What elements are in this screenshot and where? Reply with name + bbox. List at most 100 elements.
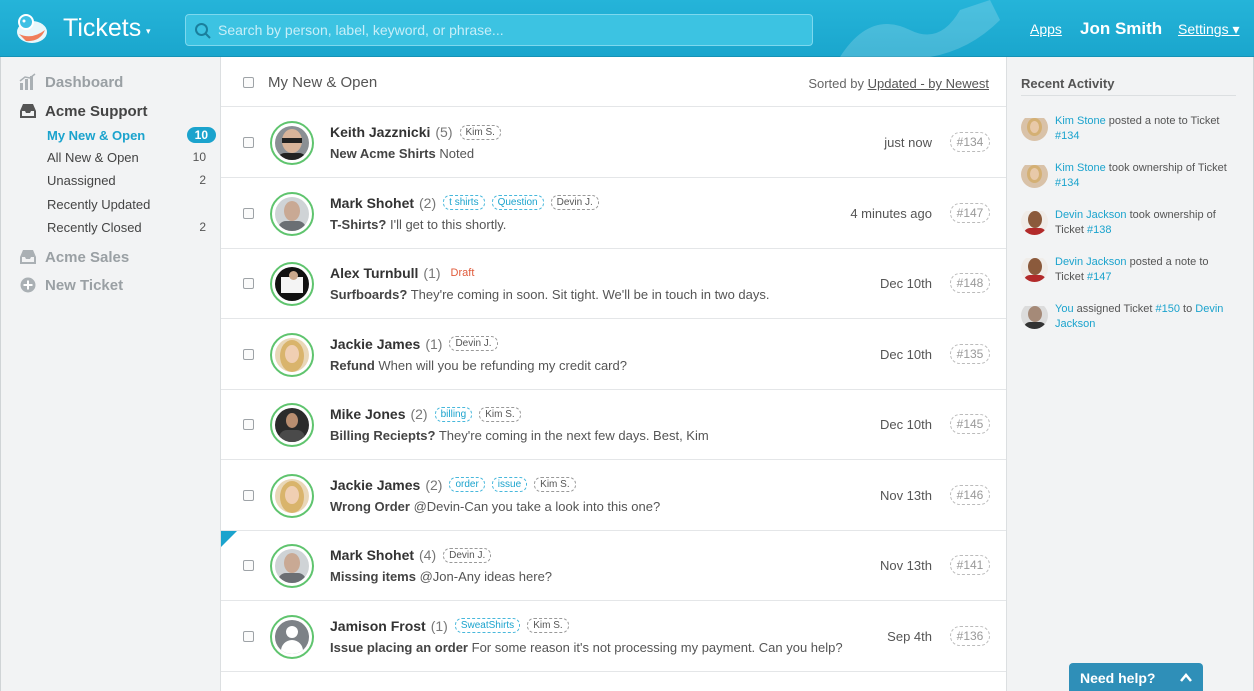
ticket-requester: Jackie James (2) order issue Kim S. <box>330 477 576 493</box>
sidebar-item-all-new-open[interactable]: All New & Open 10 <box>47 147 215 167</box>
requester-name[interactable]: Jackie James <box>330 336 420 352</box>
activity-user-link[interactable]: Devin Jackson <box>1055 256 1127 268</box>
apps-link[interactable]: Apps <box>1030 21 1062 37</box>
app-menu-caret-icon[interactable]: ▾ <box>146 26 151 37</box>
ticket-checkbox[interactable] <box>243 560 254 571</box>
label-tag[interactable]: Question <box>491 195 544 210</box>
ticket-id-badge[interactable]: #134 <box>950 132 990 152</box>
ticket-checkbox[interactable] <box>243 278 254 289</box>
ticket-checkbox[interactable] <box>243 207 254 219</box>
ticket-row[interactable]: Mike Jones (2) billing Kim S. Billing Rec… <box>221 390 1006 460</box>
requester-name[interactable]: Jamison Frost <box>330 618 426 634</box>
requester-name[interactable]: Mark Shohet <box>330 547 414 563</box>
ticket-summary[interactable]: Billing Reciepts? They're coming in the … <box>330 428 709 443</box>
avatar[interactable] <box>270 191 314 236</box>
activity-text-block: Kim Stone posted a note to Ticket #134 <box>1055 114 1235 144</box>
label-tag[interactable]: t shirts <box>443 195 485 210</box>
avatar[interactable] <box>270 332 314 377</box>
count-badge: 10 <box>186 127 216 143</box>
activity-user-link[interactable]: You <box>1055 303 1074 315</box>
label-tag[interactable]: Devin J. <box>449 336 498 351</box>
activity-ticket-link[interactable]: #134 <box>1055 130 1079 142</box>
requester-name[interactable]: Mark Shohet <box>330 195 414 211</box>
app-title[interactable]: Tickets <box>63 14 141 43</box>
ticket-checkbox[interactable] <box>243 630 254 642</box>
sidebar-item-unassigned[interactable]: Unassigned 2 <box>47 170 215 190</box>
sidebar-item-recently-closed[interactable]: Recently Closed 2 <box>47 217 215 237</box>
label-tag[interactable]: SweatShirts <box>454 618 521 633</box>
ticket-row[interactable]: Mark Shohet (2) t shirts Question Devin J.… <box>221 179 1006 249</box>
sidebar-acme-sales[interactable]: Acme Sales <box>19 246 129 268</box>
label-tag[interactable]: Devin J. <box>443 547 492 563</box>
activity-ticket-link[interactable]: #147 <box>1087 271 1111 283</box>
avatar[interactable] <box>270 121 314 165</box>
ticket-summary[interactable]: New Acme Shirts Noted <box>330 146 474 161</box>
avatar[interactable] <box>270 614 314 659</box>
activity-user-link[interactable]: Kim Stone <box>1055 115 1106 127</box>
ticket-id-badge[interactable]: #135 <box>950 343 990 364</box>
ticket-id-badge[interactable]: #145 <box>950 414 990 434</box>
bird-logo-icon[interactable] <box>14 10 50 46</box>
user-name[interactable]: Jon Smith <box>1080 19 1162 39</box>
ticket-checkbox[interactable] <box>243 137 254 148</box>
avatar[interactable] <box>270 473 314 518</box>
avatar[interactable] <box>270 544 314 588</box>
activity-ticket-link[interactable]: #138 <box>1087 224 1111 236</box>
label-tag[interactable]: Kim S. <box>527 618 569 633</box>
ticket-row[interactable]: Keith Jazznicki (5) Kim S. New Acme Shir… <box>221 108 1006 178</box>
ticket-summary[interactable]: Issue placing an order For some reason i… <box>330 640 843 655</box>
avatar[interactable] <box>270 403 314 447</box>
label-tag[interactable]: Kim S. <box>459 124 501 140</box>
label-tag[interactable]: Kim S. <box>479 406 521 422</box>
requester-name[interactable]: Keith Jazznicki <box>330 124 430 140</box>
sort-link[interactable]: Updated - by Newest <box>868 76 989 91</box>
ticket-summary[interactable]: Missing items @Jon-Any ideas here? <box>330 569 552 584</box>
activity-user-link[interactable]: Kim Stone <box>1055 162 1106 174</box>
ticket-row[interactable]: Jackie James (2) order issue Kim S. Wrong … <box>221 461 1006 531</box>
label-tag[interactable]: billing <box>434 406 473 422</box>
ticket-checkbox[interactable] <box>243 489 254 501</box>
label-tag[interactable]: issue <box>491 477 528 492</box>
ticket-summary[interactable]: T-Shirts? I'll get to this shortly. <box>330 217 506 232</box>
ticket-id-badge[interactable]: #136 <box>950 625 990 646</box>
ticket-row[interactable]: Alex Turnbull (1) Draft Surfboards? They… <box>221 249 1006 319</box>
avatar[interactable] <box>1021 114 1048 141</box>
need-help-button[interactable]: Need help? <box>1069 663 1203 691</box>
activity-ticket-link[interactable]: #150 <box>1156 303 1180 315</box>
requester-name[interactable]: Mike Jones <box>330 406 405 422</box>
ticket-id-badge[interactable]: #147 <box>950 202 990 223</box>
activity-ticket-link[interactable]: #134 <box>1055 177 1079 189</box>
avatar[interactable] <box>1021 302 1048 329</box>
requester-name[interactable]: Jackie James <box>330 477 420 493</box>
select-all-checkbox[interactable] <box>243 77 254 88</box>
ticket-summary[interactable]: Wrong Order @Devin-Can you take a look i… <box>330 499 660 514</box>
ticket-row[interactable]: Jackie James (1) Devin J. Refund When wi… <box>221 320 1006 390</box>
requester-name[interactable]: Alex Turnbull <box>330 265 418 281</box>
ticket-id-badge[interactable]: #146 <box>950 484 990 505</box>
settings-link[interactable]: Settings ▾ <box>1178 21 1240 38</box>
activity-user-link[interactable]: Devin Jackson <box>1055 209 1127 221</box>
sidebar-item-my-new-open[interactable]: My New & Open 10 <box>47 125 216 145</box>
avatar[interactable] <box>1021 255 1048 282</box>
label-tag[interactable]: Kim S. <box>534 477 576 492</box>
sidebar-item-label: My New & Open <box>47 127 146 143</box>
ticket-checkbox[interactable] <box>243 348 254 360</box>
avatar[interactable] <box>1021 161 1048 188</box>
sidebar-dashboard[interactable]: Dashboard <box>19 71 123 93</box>
sidebar-item-recently-updated[interactable]: Recently Updated <box>47 194 215 214</box>
ticket-summary[interactable]: Refund When will you be refunding my cre… <box>330 358 627 373</box>
ticket-row[interactable]: Jamison Frost (1) SweatShirts Kim S. Issu… <box>221 602 1006 672</box>
ticket-summary[interactable]: Surfboards? They're coming in soon. Sit … <box>330 287 769 302</box>
avatar[interactable] <box>1021 208 1048 235</box>
search-input[interactable] <box>218 15 798 45</box>
ticket-row[interactable]: Mark Shohet (4) Devin J. Missing items @… <box>221 531 1006 601</box>
search-box[interactable] <box>185 14 813 46</box>
new-ticket-button[interactable]: New Ticket <box>19 274 123 296</box>
ticket-id-badge[interactable]: #141 <box>950 555 990 575</box>
ticket-checkbox[interactable] <box>243 419 254 430</box>
avatar[interactable] <box>270 262 314 306</box>
label-tag[interactable]: Devin J. <box>550 195 599 210</box>
sidebar-acme-support[interactable]: Acme Support <box>19 100 148 122</box>
label-tag[interactable]: order <box>449 477 485 492</box>
ticket-id-badge[interactable]: #148 <box>950 273 990 293</box>
